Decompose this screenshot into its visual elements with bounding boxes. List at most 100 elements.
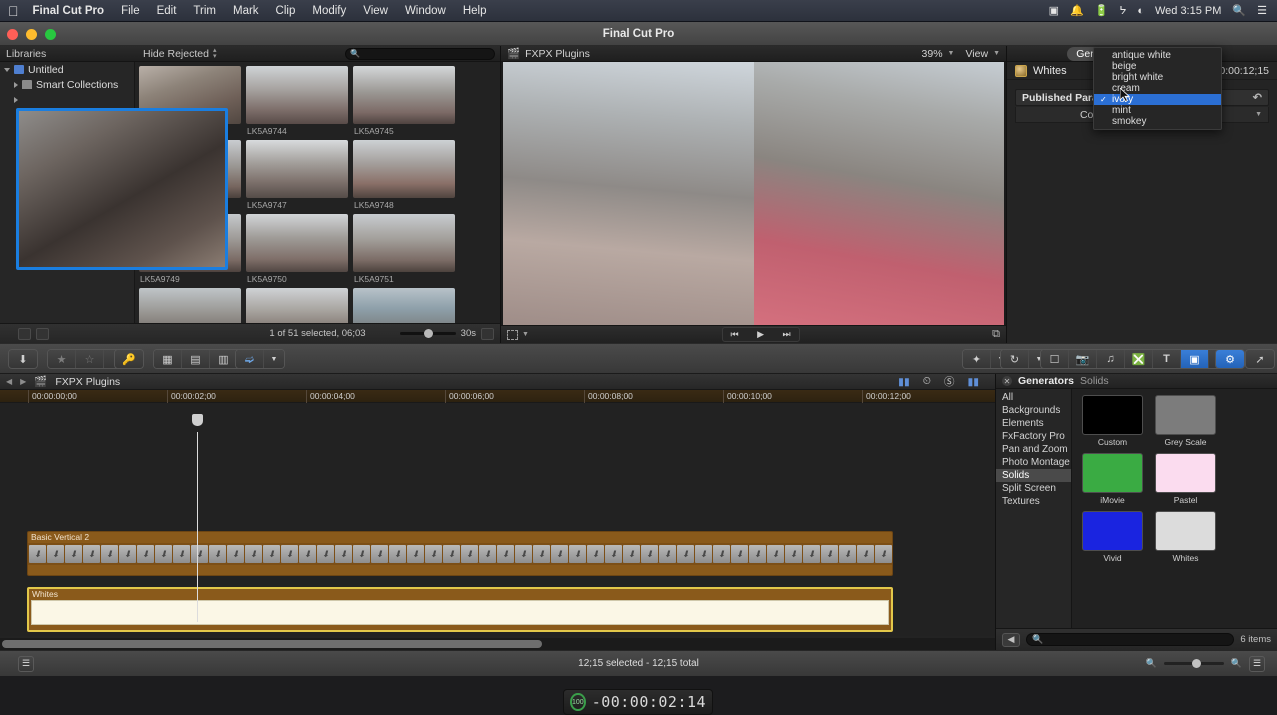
hide-rejected-menu[interactable]: Hide Rejected ▴ ▾ xyxy=(135,47,216,60)
solo-icon[interactable]: Ⓢ xyxy=(944,374,955,389)
dropdown-option-ivory[interactable]: ✓ ivory xyxy=(1094,94,1221,105)
play-button[interactable]: ▶ xyxy=(749,328,773,341)
clip-thumbnail[interactable]: LK5A9751 xyxy=(353,214,455,284)
zoom-in-icon[interactable]: 🔍 xyxy=(1231,658,1242,669)
chevron-right-icon[interactable] xyxy=(14,96,18,103)
clip-appearance-icon[interactable]: ☰ xyxy=(1249,655,1265,672)
music-icon[interactable]: ♫ xyxy=(1097,350,1125,368)
generator-item-grey-scale[interactable]: Grey Scale xyxy=(1155,395,1216,447)
viewer-image[interactable] xyxy=(503,62,1004,325)
menu-bar-clock[interactable]: Wed 3:15 PM xyxy=(1155,5,1221,17)
retime-icon[interactable]: ↻ xyxy=(1001,350,1029,368)
close-button[interactable] xyxy=(7,29,18,40)
category-backgrounds[interactable]: Backgrounds xyxy=(996,404,1071,417)
menu-item-final-cut-pro[interactable]: Final Cut Pro xyxy=(33,5,105,17)
view-menu-label[interactable]: View xyxy=(965,48,988,60)
dropdown-option-antique-white[interactable]: antique white xyxy=(1094,50,1221,61)
menu-item-trim[interactable]: Trim xyxy=(193,5,216,17)
fullscreen-icon[interactable]: ⧉ xyxy=(992,328,1000,341)
timeline-clip-basic-vertical[interactable]: Basic Vertical 2 ⬇ ⬇ ⬇ ⬇ ⬇ ⬇ ⬇ ⬇ ⬇ ⬇ ⬇ ⬇ ⬇ ⬇ ⬇ ⬇ ⬇ ⬇… xyxy=(27,531,893,576)
clip-thumbnail[interactable]: LK5A9750 xyxy=(246,214,348,284)
unrate-star-icon[interactable]: ☆ xyxy=(76,350,104,368)
audio-meters-icon[interactable]: ⏲ xyxy=(923,375,931,388)
dropdown-option-smokey[interactable]: smokey xyxy=(1094,116,1221,127)
close-icon[interactable]: ✕ xyxy=(1002,376,1012,386)
apple-icon[interactable]:  xyxy=(8,4,19,18)
crop-icon[interactable] xyxy=(507,329,518,340)
share-icon[interactable]: ➚ xyxy=(1246,350,1274,368)
next-icon[interactable]: ▶ xyxy=(20,377,26,386)
clip-thumbnail[interactable]: LK5A9754 xyxy=(353,288,455,323)
zoom-out-icon[interactable]: 🔍 xyxy=(1146,658,1157,669)
go-to-end-button[interactable]: ⏭ xyxy=(775,328,799,341)
menu-item-file[interactable]: File xyxy=(121,5,140,17)
playhead[interactable] xyxy=(192,414,203,622)
photos-icon[interactable]: 📷 xyxy=(1069,350,1097,368)
prev-icon[interactable]: ◀ xyxy=(6,377,12,386)
generators-search-input[interactable]: 🔍 xyxy=(1026,633,1235,646)
select-tool-icon[interactable]: ➫ xyxy=(236,350,264,368)
sidebar-item-event[interactable] xyxy=(0,92,134,107)
tool-menu-icon[interactable]: ▼ xyxy=(264,350,284,368)
connect-clip-icon[interactable]: ▦ xyxy=(154,350,182,368)
selected-clip-filmstrip[interactable] xyxy=(16,108,228,270)
viewer-zoom-value[interactable]: 39% xyxy=(922,48,943,60)
filmstrip-view-button[interactable] xyxy=(36,327,49,340)
zoom-button[interactable] xyxy=(45,29,56,40)
category-photo-montage[interactable]: Photo Montage xyxy=(996,456,1071,469)
category-solids[interactable]: Solids xyxy=(996,469,1071,482)
timeline-horizontal-scrollbar[interactable] xyxy=(0,638,995,650)
category-pan-and-zoom[interactable]: Pan and Zoom xyxy=(996,443,1071,456)
clip-appearance-button[interactable] xyxy=(481,327,494,340)
category-all[interactable]: All xyxy=(996,391,1071,404)
clip-thumbnail[interactable]: LK5A9753 xyxy=(246,288,348,323)
generator-item-vivid[interactable]: Vivid xyxy=(1082,511,1143,563)
favorite-star-icon[interactable]: ★ xyxy=(48,350,76,368)
category-elements[interactable]: Elements xyxy=(996,417,1071,430)
timeline-clip-whites[interactable]: Whites xyxy=(27,587,893,632)
clip-appearance-icon[interactable]: ▮▮ xyxy=(898,376,910,388)
clip-thumbnail[interactable]: LK5A9744 xyxy=(246,66,348,136)
battery-icon[interactable]: 🔋 xyxy=(1095,4,1109,17)
generator-item-custom[interactable]: Custom xyxy=(1082,395,1143,447)
timeline-zoom-slider[interactable] xyxy=(1163,659,1224,668)
thumbnail-zoom-slider[interactable] xyxy=(399,329,456,338)
scrollbar-thumb[interactable] xyxy=(2,640,542,648)
bluetooth-icon[interactable]: ᔭ xyxy=(1119,4,1126,17)
keyword-key-icon[interactable]: 🔑 xyxy=(115,350,143,368)
chevron-down-icon[interactable] xyxy=(4,67,10,72)
menu-item-window[interactable]: Window xyxy=(405,5,446,17)
timecode-display[interactable]: 100 -00:00:02:14 xyxy=(563,689,713,715)
menu-item-modify[interactable]: Modify xyxy=(312,5,346,17)
menu-item-view[interactable]: View xyxy=(363,5,388,17)
dropdown-option-bright-white[interactable]: bright white xyxy=(1094,72,1221,83)
chevron-down-icon[interactable]: ▼ xyxy=(993,50,1000,57)
chevron-down-icon[interactable]: ▼ xyxy=(948,50,955,57)
index-icon[interactable]: ▮▮ xyxy=(967,376,979,388)
titles-icon[interactable]: T xyxy=(1153,350,1181,368)
generators-icon[interactable]: ▣ xyxy=(1181,350,1209,368)
clip-thumbnail[interactable]: LK5A9745 xyxy=(353,66,455,136)
effects-icon[interactable]: ⚙ xyxy=(1216,350,1244,368)
enhancements-magic-icon[interactable]: ✦ xyxy=(963,350,991,368)
bell-icon[interactable]: 🔔 xyxy=(1070,4,1084,17)
clip-thumbnail[interactable]: LK5A9748 xyxy=(353,140,455,210)
reset-arrow-icon[interactable]: ↶ xyxy=(1253,91,1262,104)
generator-item-imovie[interactable]: iMovie xyxy=(1082,453,1143,505)
menu-item-edit[interactable]: Edit xyxy=(157,5,177,17)
dropdown-option-mint[interactable]: mint xyxy=(1094,105,1221,116)
category-textures[interactable]: Textures xyxy=(996,495,1071,508)
sidebar-item-smart-collections[interactable]: Smart Collections xyxy=(0,77,134,92)
minimize-button[interactable] xyxy=(26,29,37,40)
search-icon[interactable]: 🔍 xyxy=(1232,4,1246,17)
insert-clip-icon[interactable]: ▤ xyxy=(182,350,210,368)
menu-item-mark[interactable]: Mark xyxy=(233,5,259,17)
menu-item-help[interactable]: Help xyxy=(463,5,487,17)
transitions-icon[interactable]: ❎ xyxy=(1125,350,1153,368)
category-fxfactory-pro[interactable]: FxFactory Pro xyxy=(996,430,1071,443)
append-clip-icon[interactable]: ▥ xyxy=(210,350,238,368)
dropdown-option-beige[interactable]: beige xyxy=(1094,61,1221,72)
media-browser-icon[interactable]: ☐ xyxy=(1041,350,1069,368)
dropdown-option-cream[interactable]: cream xyxy=(1094,83,1221,94)
go-to-start-button[interactable]: ⏮ xyxy=(723,328,747,341)
